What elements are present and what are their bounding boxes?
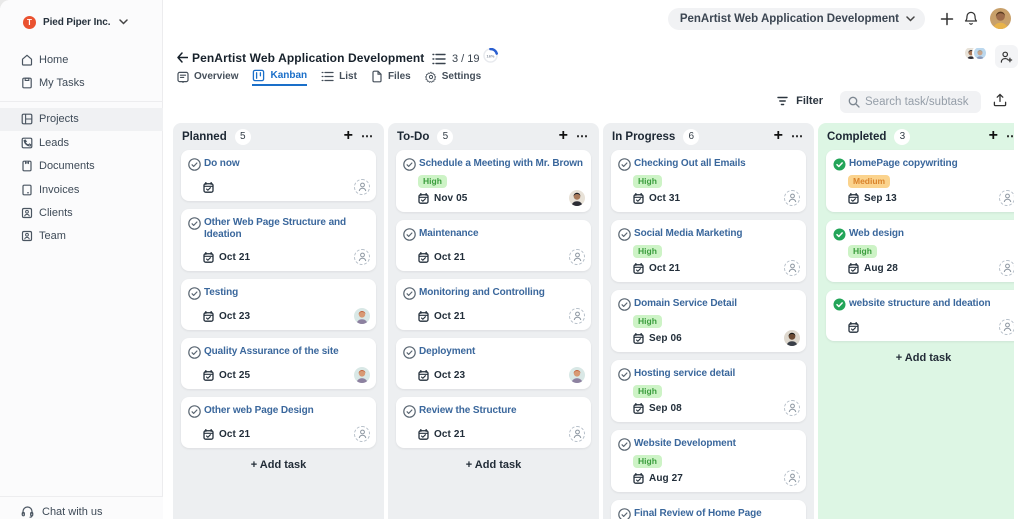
svg-text:16%: 16% — [486, 54, 494, 59]
